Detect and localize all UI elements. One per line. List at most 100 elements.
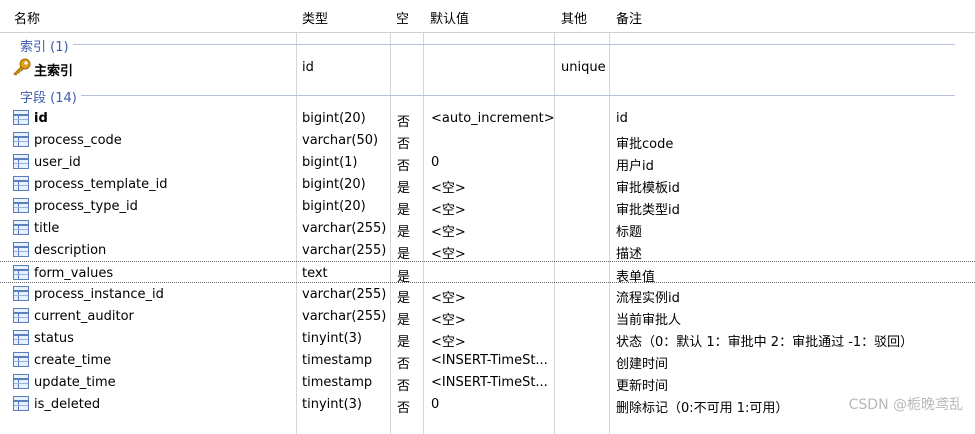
table-column-icon — [13, 308, 29, 323]
field-nullable: 是 — [397, 247, 411, 262]
table-column-icon — [13, 154, 29, 169]
field-nullable: 否 — [397, 115, 411, 130]
field-comment: id — [616, 111, 628, 126]
group-separator-line — [20, 44, 955, 45]
field-type: bigint(20) — [302, 111, 366, 126]
field-nullable: 否 — [397, 137, 411, 152]
field-row[interactable]: status tinyint(3) 是 <空> 状态（0：默认 1：审批中 2：审批通过… — [0, 327, 975, 350]
field-type: tinyint(3) — [302, 397, 363, 412]
field-comment: 更新时间 — [616, 379, 669, 394]
table-column-icon — [13, 220, 29, 235]
field-type: bigint(20) — [302, 177, 366, 192]
field-name: user_id — [34, 155, 81, 170]
table-column-icon — [13, 374, 29, 389]
field-row[interactable]: description varchar(255) 是 <空> 描述 — [0, 239, 975, 262]
field-nullable: 否 — [397, 401, 411, 416]
field-name: process_code — [34, 133, 122, 148]
field-name: description — [34, 243, 107, 258]
field-type: bigint(1) — [302, 155, 358, 170]
field-default: <auto_increment> — [431, 111, 555, 126]
column-header-null[interactable]: 空 — [396, 8, 409, 27]
field-row[interactable]: process_code varchar(50) 否 审批code — [0, 129, 975, 152]
watermark: CSDN @栀晚鸢乱 — [848, 397, 963, 413]
field-row[interactable]: process_instance_id varchar(255) 是 <空> 流程实例i… — [0, 283, 975, 306]
field-name: id — [34, 111, 48, 126]
column-header-comment[interactable]: 备注 — [616, 8, 642, 27]
field-name: process_template_id — [34, 177, 168, 192]
table-column-icon — [13, 198, 29, 213]
field-nullable: 是 — [397, 313, 411, 328]
table-column-icon — [13, 330, 29, 345]
table-column-icon — [13, 286, 29, 301]
field-default: <空> — [431, 335, 466, 350]
field-row[interactable]: current_auditor varchar(255) 是 <空> 当前审批人 — [0, 305, 975, 328]
field-default: <空> — [431, 247, 466, 262]
field-name: status — [34, 331, 74, 346]
field-row[interactable]: title varchar(255) 是 <空> 标题 — [0, 217, 975, 240]
field-name: form_values — [34, 266, 114, 281]
field-group-header[interactable]: 字段 (14) — [0, 85, 975, 106]
field-comment: 描述 — [616, 247, 643, 262]
field-row[interactable]: user_id bigint(1) 否 0 用户id — [0, 151, 975, 174]
group-separator-line — [20, 95, 955, 96]
field-default: <INSERT-TimeSt... — [431, 353, 548, 368]
field-type: timestamp — [302, 353, 373, 368]
field-nullable: 否 — [397, 379, 411, 394]
table-column-icon — [13, 242, 29, 257]
column-header-default[interactable]: 默认值 — [430, 8, 469, 27]
field-comment: 用户id — [616, 159, 654, 174]
field-name: create_time — [34, 353, 112, 368]
field-nullable: 是 — [397, 225, 411, 240]
column-header-row: 名称 类型 空 默认值 其他 备注 — [0, 0, 975, 32]
field-default: <空> — [431, 291, 466, 306]
field-type: varchar(255) — [302, 309, 387, 324]
field-row[interactable]: process_type_id bigint(20) 是 <空> 审批类型id — [0, 195, 975, 218]
field-name: update_time — [34, 375, 116, 390]
field-name: current_auditor — [34, 309, 134, 324]
field-comment: 审批类型id — [616, 203, 680, 218]
field-comment: 标题 — [616, 225, 643, 240]
field-row[interactable]: process_template_id bigint(20) 是 <空> 审批模板id — [0, 173, 975, 196]
field-comment: 当前审批人 — [616, 313, 682, 328]
index-type: id — [302, 60, 314, 75]
index-name: 主索引 — [34, 64, 74, 79]
field-nullable: 是 — [397, 291, 411, 306]
field-row[interactable]: form_values text 是表单值 — [0, 261, 975, 285]
index-group-header[interactable]: 索引 (1) — [0, 34, 975, 55]
field-default: <空> — [431, 203, 466, 218]
field-comment: 审批code — [616, 137, 674, 152]
field-type: varchar(255) — [302, 243, 387, 258]
table-column-icon — [13, 265, 29, 280]
field-row[interactable]: update_time timestamp 否 <INSERT-TimeSt... 更新… — [0, 371, 975, 394]
header-divider — [0, 32, 975, 33]
column-header-name[interactable]: 名称 — [14, 8, 40, 27]
table-column-icon — [13, 132, 29, 147]
table-column-icon — [13, 110, 29, 125]
table-column-icon — [13, 352, 29, 367]
field-comment: 流程实例id — [616, 291, 680, 306]
field-type: varchar(50) — [302, 133, 379, 148]
field-default: <空> — [431, 225, 466, 240]
field-group-label: 字段 (14) — [20, 87, 81, 106]
field-nullable: 是 — [397, 181, 411, 196]
index-row[interactable]: 主索引 id unique — [0, 56, 975, 79]
field-nullable: 否 — [397, 159, 411, 174]
field-comment: 创建时间 — [616, 357, 669, 372]
column-header-type[interactable]: 类型 — [302, 8, 328, 27]
field-default: 0 — [431, 155, 440, 170]
field-comment: 删除标记（0:不可用 1:可用） — [616, 401, 789, 416]
field-name: title — [34, 221, 60, 236]
field-row[interactable]: create_time timestamp 否 <INSERT-TimeSt... 创建… — [0, 349, 975, 372]
field-nullable: 是 — [397, 203, 411, 218]
field-default: 0 — [431, 397, 440, 412]
field-name: process_type_id — [34, 199, 138, 214]
field-type: bigint(20) — [302, 199, 366, 214]
field-nullable: 否 — [397, 357, 411, 372]
field-type: text — [302, 266, 328, 281]
field-nullable: 是 — [397, 335, 411, 350]
field-row[interactable]: id bigint(20) 否 <auto_increment> id — [0, 107, 975, 130]
field-comment: 审批模板id — [616, 181, 680, 196]
field-name: is_deleted — [34, 397, 101, 412]
field-row[interactable]: is_deleted tinyint(3) 否 0 删除标记（0:不可用 1:可用） — [0, 393, 975, 416]
column-header-other[interactable]: 其他 — [561, 8, 587, 27]
